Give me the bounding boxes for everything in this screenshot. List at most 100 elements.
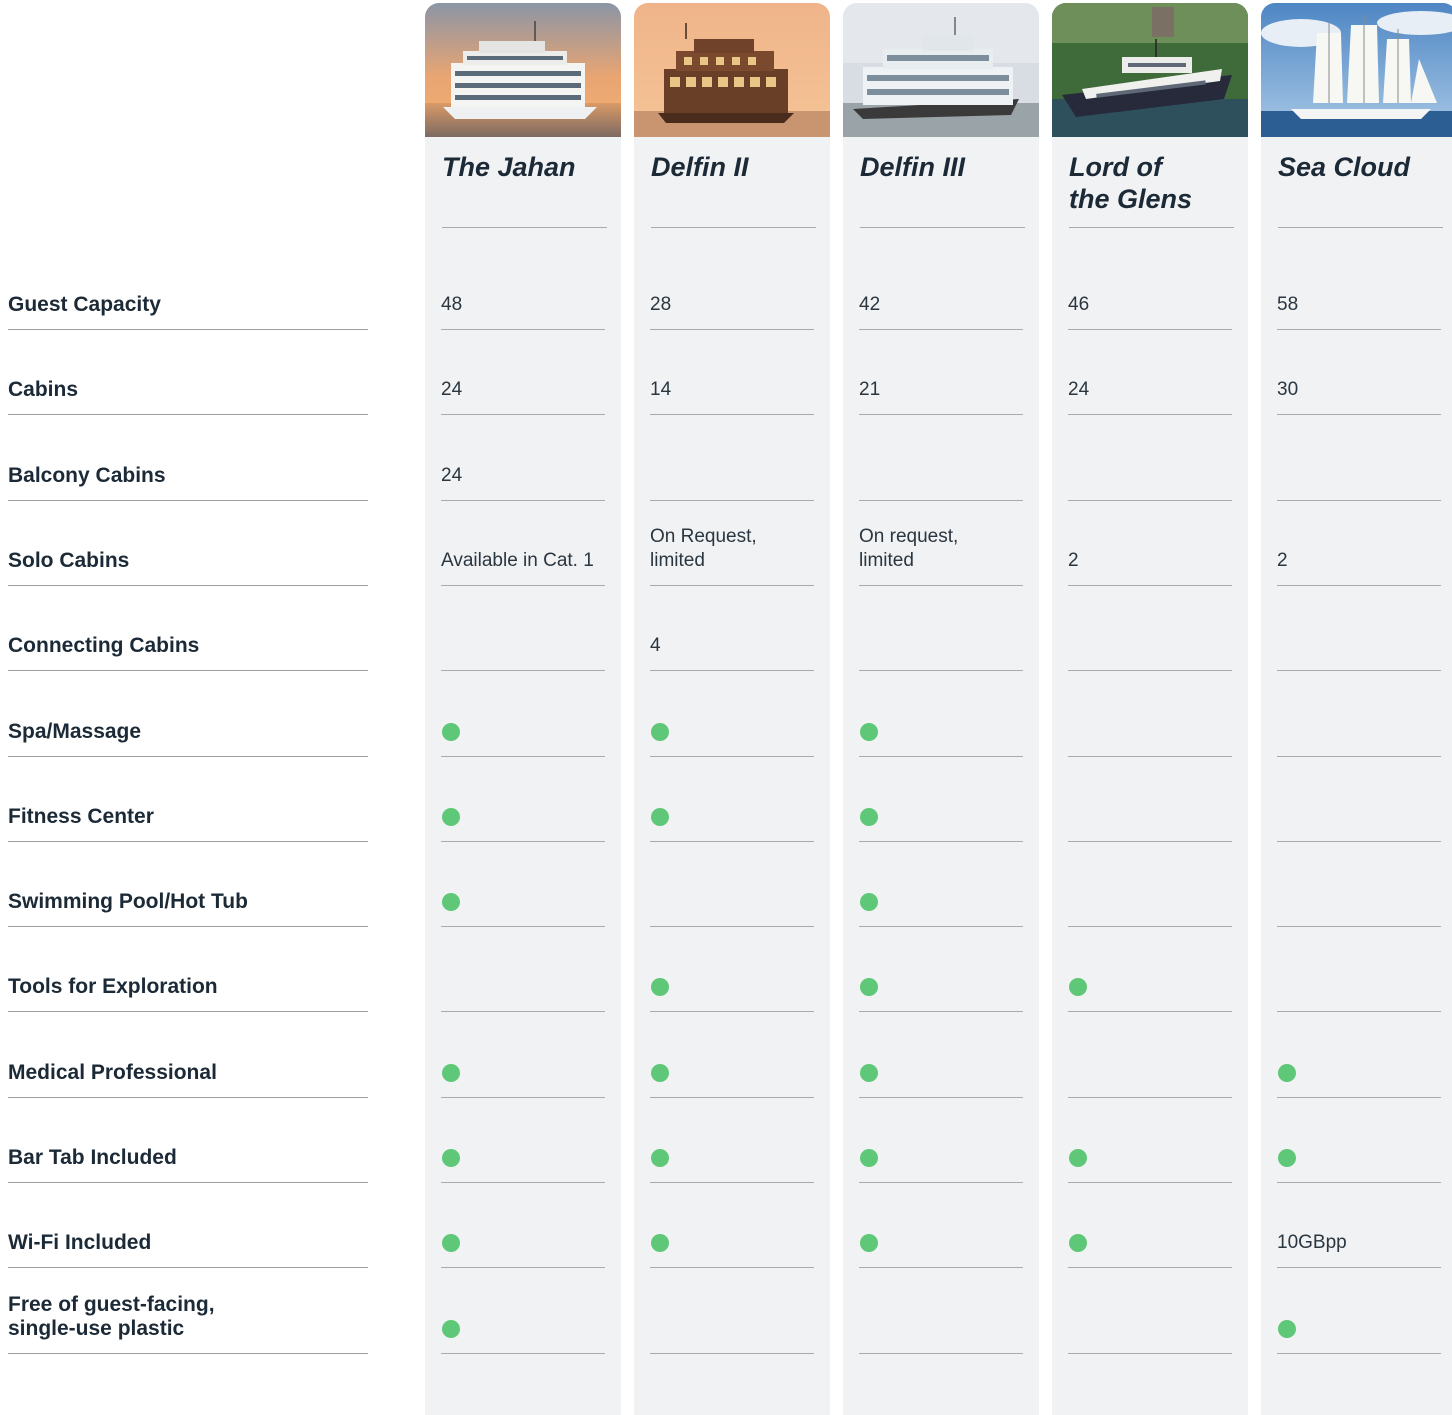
ship-name: Lord of the Glens (1069, 151, 1234, 228)
ship-name: Sea Cloud (1278, 151, 1443, 228)
cell-solo-cabins: Available in Cat. 1 (441, 501, 605, 586)
row-label-tools-for-exploration: Tools for Exploration (8, 927, 368, 1013)
cell-guest-capacity: 46 (1068, 245, 1232, 330)
cell-value: Available in Cat. 1 (441, 549, 594, 571)
included-dot-icon (1069, 1234, 1087, 1253)
cell-value: 24 (441, 464, 463, 486)
cell-bar-tab-included (1277, 1098, 1441, 1183)
row-label-free-of-guest-facing-single-use-plastic: Free of guest-facing, single-use plastic (8, 1269, 368, 1354)
cell-tools-for-exploration (441, 927, 605, 1013)
cell-spa-massage (650, 672, 814, 757)
cell-value: 48 (441, 294, 463, 315)
cell-fitness-center (1068, 757, 1232, 842)
cell-wi-fi-included (441, 1183, 605, 1269)
row-label-wi-fi-included: Wi-Fi Included (8, 1183, 368, 1269)
cell-tools-for-exploration (1068, 927, 1232, 1013)
included-dot-icon (442, 1149, 460, 1167)
included-dot-icon (442, 807, 460, 826)
cell-solo-cabins: On Request, limited (650, 501, 814, 586)
cell-guest-capacity: 42 (859, 245, 1023, 330)
cell-solo-cabins: On request, limited (859, 501, 1023, 586)
cell-value: 2 (1068, 549, 1079, 571)
cell-bar-tab-included (441, 1098, 605, 1183)
cell-wi-fi-included (859, 1183, 1023, 1269)
cell-value: 28 (650, 294, 672, 315)
cell-solo-cabins: 2 (1068, 501, 1232, 586)
cell-value: 2 (1277, 549, 1288, 571)
cell-connecting-cabins (1068, 586, 1232, 672)
cell-free-of-guest-facing-single-use-plastic (650, 1269, 814, 1354)
cell-bar-tab-included (650, 1098, 814, 1183)
cell-guest-capacity: 48 (441, 245, 605, 330)
included-dot-icon (860, 807, 878, 826)
included-dot-icon (1278, 1319, 1296, 1338)
included-dot-icon (1278, 1149, 1296, 1167)
cell-cabins: 14 (650, 330, 814, 416)
ship-name: Delfin II (651, 151, 816, 228)
cell-connecting-cabins (859, 586, 1023, 672)
cell-swimming-pool-hot-tub (650, 842, 814, 928)
ship-lord-of-the-glens-photo (1052, 3, 1248, 137)
row-label-balcony-cabins: Balcony Cabins (8, 416, 368, 501)
cell-swimming-pool-hot-tub (441, 842, 605, 928)
cell-bar-tab-included (859, 1098, 1023, 1183)
included-dot-icon (860, 978, 878, 997)
cell-value: 24 (441, 379, 463, 401)
cell-balcony-cabins (650, 416, 814, 501)
included-dot-icon (860, 722, 878, 741)
cell-fitness-center (441, 757, 605, 842)
included-dot-icon (860, 1149, 878, 1167)
included-dot-icon (651, 978, 669, 997)
cell-connecting-cabins (1277, 586, 1441, 672)
cell-fitness-center (1277, 757, 1441, 842)
cell-medical-professional (1068, 1013, 1232, 1098)
cell-balcony-cabins (859, 416, 1023, 501)
cell-free-of-guest-facing-single-use-plastic (859, 1269, 1023, 1354)
cell-value: 14 (650, 379, 672, 401)
cell-cabins: 21 (859, 330, 1023, 416)
row-label-bar-tab-included: Bar Tab Included (8, 1098, 368, 1183)
included-dot-icon (442, 893, 460, 912)
row-label-solo-cabins: Solo Cabins (8, 501, 368, 586)
included-dot-icon (1069, 978, 1087, 997)
row-label-swimming-pool-hot-tub: Swimming Pool/Hot Tub (8, 842, 368, 928)
cell-bar-tab-included (1068, 1098, 1232, 1183)
ship-jahan-photo (425, 3, 621, 137)
included-dot-icon (651, 807, 669, 826)
ship-column-sea-cloud: Sea Cloud 58 30 2 10GBpp (1261, 3, 1452, 1415)
included-dot-icon (442, 722, 460, 741)
included-dot-icon (860, 893, 878, 912)
cell-cabins: 24 (441, 330, 605, 416)
cell-value: 46 (1068, 294, 1090, 315)
included-dot-icon (651, 1063, 669, 1082)
cell-fitness-center (650, 757, 814, 842)
cell-value: 58 (1277, 294, 1299, 315)
row-label-medical-professional: Medical Professional (8, 1013, 368, 1098)
cell-cabins: 30 (1277, 330, 1441, 416)
cell-connecting-cabins: 4 (650, 586, 814, 672)
cell-wi-fi-included (1068, 1183, 1232, 1269)
row-label-guest-capacity: Guest Capacity (8, 245, 368, 330)
cell-tools-for-exploration (859, 927, 1023, 1013)
cell-free-of-guest-facing-single-use-plastic (1068, 1269, 1232, 1354)
cell-free-of-guest-facing-single-use-plastic (441, 1269, 605, 1354)
cell-value: On request, limited (859, 525, 959, 571)
cell-guest-capacity: 28 (650, 245, 814, 330)
row-label-spa-massage: Spa/Massage (8, 672, 368, 757)
cell-tools-for-exploration (650, 927, 814, 1013)
cell-medical-professional (441, 1013, 605, 1098)
ship-name: The Jahan (442, 151, 607, 228)
cell-spa-massage (441, 672, 605, 757)
cell-connecting-cabins (441, 586, 605, 672)
ship-sea-cloud-photo (1261, 3, 1452, 137)
ship-column-delfin-ii: Delfin II 28 14 On Request, limited 4 (634, 3, 830, 1415)
cell-tools-for-exploration (1277, 927, 1441, 1013)
ship-delfin-iii-photo (843, 3, 1039, 137)
row-label-connecting-cabins: Connecting Cabins (8, 586, 368, 672)
included-dot-icon (651, 1149, 669, 1167)
cell-medical-professional (859, 1013, 1023, 1098)
cell-balcony-cabins: 24 (441, 416, 605, 501)
cell-solo-cabins: 2 (1277, 501, 1441, 586)
ship-name: Delfin III (860, 151, 1025, 228)
included-dot-icon (1069, 1149, 1087, 1167)
